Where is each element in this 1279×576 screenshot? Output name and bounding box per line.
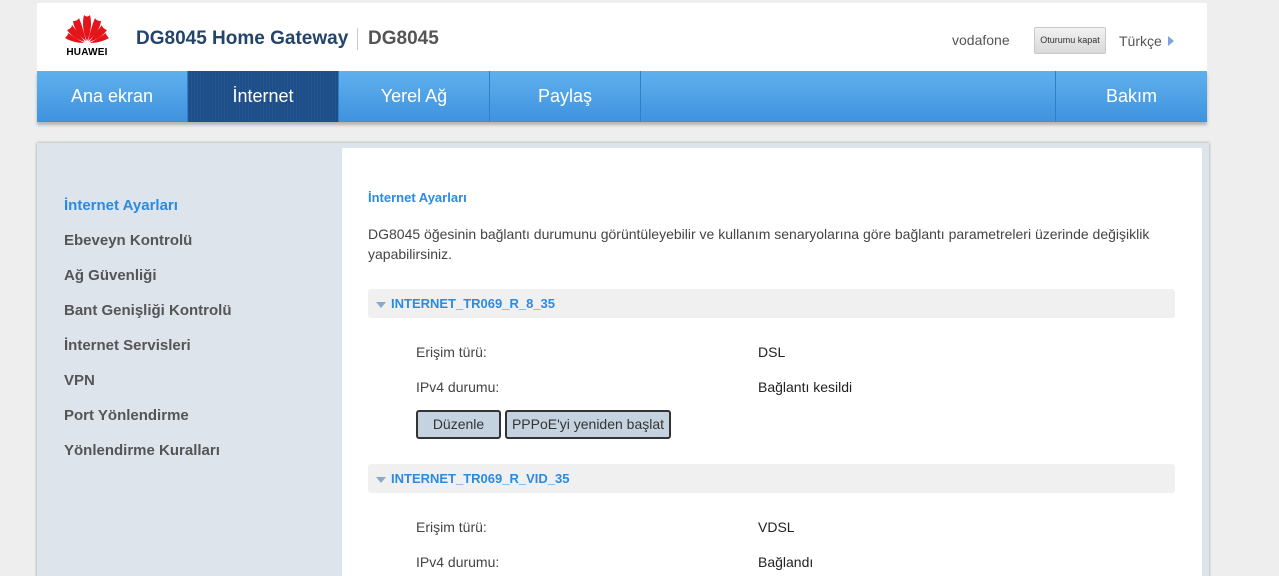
main-panel: İnternet Ayarları Ebeveyn Kontrolü Ağ Gü… <box>37 143 1209 576</box>
huawei-logo: HUAWEI <box>62 11 112 61</box>
sidebar-item-internet-services[interactable]: İnternet Servisleri <box>64 337 191 354</box>
huawei-flower-icon <box>65 15 109 43</box>
main-nav: Ana ekran İnternet Yerel Ağ Paylaş Bakım <box>37 71 1207 122</box>
connection-name: INTERNET_TR069_R_VID_35 <box>391 471 570 486</box>
logo-text: HUAWEI <box>66 47 108 58</box>
sidebar-item-vpn[interactable]: VPN <box>64 372 95 389</box>
connection-name: INTERNET_TR069_R_8_35 <box>391 296 556 311</box>
triangle-right-icon <box>1167 36 1174 46</box>
access-type-label: Erişim türü: <box>416 344 487 360</box>
caret-down-icon <box>376 477 386 483</box>
caret-down-icon <box>376 302 386 308</box>
language-selector[interactable]: Türkçe <box>1119 33 1174 49</box>
model-name: DG8045 <box>368 28 439 49</box>
nav-internet[interactable]: İnternet <box>188 71 339 122</box>
nav-maintenance[interactable]: Bakım <box>1055 71 1207 122</box>
sidebar-item-parental-control[interactable]: Ebeveyn Kontrolü <box>64 232 192 249</box>
nav-local-network[interactable]: Yerel Ağ <box>339 71 490 122</box>
title-divider <box>357 28 358 50</box>
edit-button[interactable]: Düzenle <box>416 410 501 439</box>
page-description: DG8045 öğesinin bağlantı durumunu görünt… <box>368 226 1150 262</box>
product-title: DG8045 Home Gateway <box>136 28 349 49</box>
ipv4-status-label: IPv4 durumu: <box>416 554 500 570</box>
connection-header[interactable]: INTERNET_TR069_R_VID_35 <box>368 464 1175 493</box>
nav-home[interactable]: Ana ekran <box>37 71 188 122</box>
sidebar-item-routing-rules[interactable]: Yönlendirme Kuralları <box>64 442 220 459</box>
logout-button[interactable]: Oturumu kapat <box>1034 27 1106 54</box>
page-title: İnternet Ayarları <box>368 190 467 205</box>
restart-pppoe-button[interactable]: PPPoE'yi yeniden başlat <box>505 410 671 439</box>
ipv4-status-value: Bağlantı kesildi <box>758 379 853 395</box>
sidebar-item-network-security[interactable]: Ağ Güvenliği <box>64 267 157 284</box>
header: HUAWEI DG8045 Home Gateway DG8045 vodafo… <box>37 3 1207 71</box>
connection-header[interactable]: INTERNET_TR069_R_8_35 <box>368 289 1175 318</box>
sidebar-item-bandwidth-control[interactable]: Bant Genişliği Kontrolü <box>64 302 232 319</box>
language-label: Türkçe <box>1119 33 1162 49</box>
access-type-label: Erişim türü: <box>416 519 487 535</box>
sidebar-item-internet-settings[interactable]: İnternet Ayarları <box>64 197 178 214</box>
access-type-value: VDSL <box>758 519 795 535</box>
nav-share[interactable]: Paylaş <box>490 71 641 122</box>
sidebar-item-port-forwarding[interactable]: Port Yönlendirme <box>64 407 189 424</box>
ipv4-status-label: IPv4 durumu: <box>416 379 500 395</box>
content-area: İnternet Ayarları DG8045 öğesinin bağlan… <box>342 148 1202 576</box>
isp-name: vodafone <box>952 32 1010 48</box>
access-type-value: DSL <box>758 344 786 360</box>
ipv4-status-value: Bağlandı <box>758 554 814 570</box>
